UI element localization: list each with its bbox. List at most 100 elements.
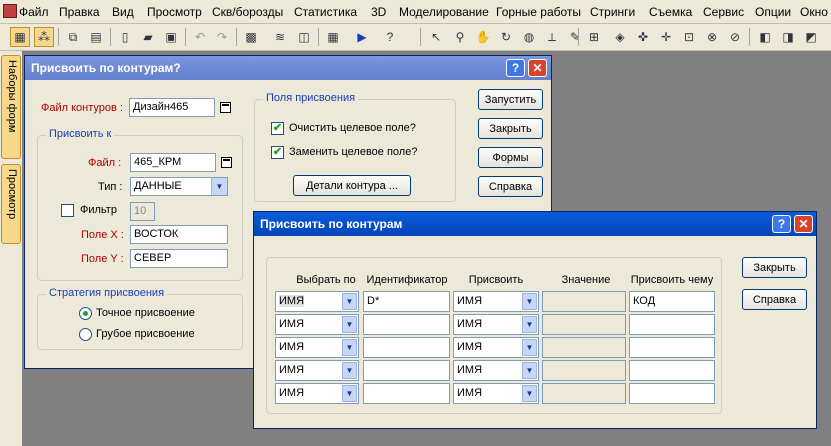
assign-to-field[interactable]	[629, 360, 715, 381]
file-field[interactable]: 465_КРМ	[130, 153, 216, 172]
select-by-select[interactable]: ИМЯ ▼	[275, 337, 359, 358]
draw-icon[interactable]: ✎	[565, 27, 585, 47]
view-icon-5[interactable]: ⊡	[679, 27, 699, 47]
identifier-field[interactable]	[363, 314, 450, 335]
help-button[interactable]: Справка	[478, 176, 543, 197]
help-icon[interactable]: ?	[506, 59, 525, 77]
view-icon-7[interactable]: ⊘	[725, 27, 745, 47]
select-by-select[interactable]: ИМЯ ▼	[275, 383, 359, 404]
value-field[interactable]	[542, 291, 626, 312]
close-icon[interactable]: ✕	[528, 59, 547, 77]
select-by-select[interactable]: ИМЯ ▼	[275, 314, 359, 335]
assign-select[interactable]: ИМЯ ▼	[453, 383, 539, 404]
select-by-select[interactable]: ИМЯ ▼	[275, 360, 359, 381]
assign-to-field[interactable]	[629, 383, 715, 404]
view-icon-8[interactable]: ◧	[755, 27, 775, 47]
chevron-down-icon[interactable]: ▼	[342, 385, 357, 402]
identifier-field[interactable]	[363, 337, 450, 358]
chevron-down-icon[interactable]: ▼	[342, 316, 357, 333]
select-icon[interactable]: ↖	[426, 27, 446, 47]
view-icon-1[interactable]: ⊞	[584, 27, 604, 47]
browse-contour-icon[interactable]	[220, 102, 231, 113]
assign-select[interactable]: ИМЯ ▼	[453, 360, 539, 381]
close-button[interactable]: Закрыть	[478, 118, 543, 139]
replace-checkbox[interactable]: ✔	[271, 146, 284, 159]
filter-field[interactable]: 10	[130, 202, 155, 221]
exact-radio[interactable]	[79, 307, 92, 320]
layers-icon[interactable]: ▦	[10, 27, 30, 47]
grid-icon[interactable]: ⁂	[34, 27, 54, 47]
chevron-down-icon[interactable]: ▼	[522, 339, 537, 356]
chevron-down-icon[interactable]: ▼	[342, 293, 357, 310]
view-icon-9[interactable]: ◨	[778, 27, 798, 47]
filter-checkbox[interactable]	[61, 204, 74, 217]
value-field[interactable]	[542, 314, 626, 335]
measure-icon[interactable]: ⟂	[542, 27, 562, 47]
assign-to-field[interactable]: КОД	[629, 291, 715, 312]
help-icon[interactable]: ?	[772, 215, 791, 233]
chevron-down-icon[interactable]: ▼	[342, 362, 357, 379]
zoom-window-icon[interactable]: ◍	[519, 27, 539, 47]
redo-icon[interactable]: ↷	[212, 27, 232, 47]
close-icon[interactable]: ✕	[794, 215, 813, 233]
view-icon-6[interactable]: ⊗	[702, 27, 722, 47]
cube-icon[interactable]: ◫	[294, 27, 314, 47]
value-field[interactable]	[542, 383, 626, 404]
new-icon[interactable]: ▯	[115, 27, 135, 47]
pan-icon[interactable]: ✋	[473, 27, 493, 47]
menu-options[interactable]: Опции	[755, 5, 791, 19]
assign-select[interactable]: ИМЯ ▼	[453, 291, 539, 312]
assign-to-field[interactable]	[629, 337, 715, 358]
identifier-field[interactable]	[363, 360, 450, 381]
assign-select[interactable]: ИМЯ ▼	[453, 337, 539, 358]
view-icon-4[interactable]: ✛	[656, 27, 676, 47]
assign-to-field[interactable]	[629, 314, 715, 335]
chevron-down-icon[interactable]: ▼	[342, 339, 357, 356]
value-field[interactable]	[542, 360, 626, 381]
close-button[interactable]: Закрыть	[742, 257, 807, 278]
browse-file-icon[interactable]	[221, 157, 232, 168]
chevron-down-icon[interactable]: ▼	[522, 385, 537, 402]
menu-tools[interactable]: Сервис	[703, 5, 744, 19]
chevron-down-icon[interactable]: ▼	[522, 293, 537, 310]
menu-file[interactable]: Файл	[19, 5, 49, 19]
view-icon-3[interactable]: ✜	[633, 27, 653, 47]
tab-form-sets[interactable]: Наборы форм	[1, 55, 21, 159]
paste-icon[interactable]: ▤	[86, 27, 106, 47]
undo-icon[interactable]: ↶	[190, 27, 210, 47]
zoom-icon[interactable]: ⚲	[450, 27, 470, 47]
menu-survey[interactable]: Съемка	[649, 5, 692, 19]
app-icon[interactable]	[3, 4, 17, 18]
menu-3d[interactable]: 3D	[371, 5, 386, 19]
forms-button[interactable]: Формы	[478, 147, 543, 168]
contour-file-field[interactable]: Дизайн465	[129, 98, 215, 117]
identifier-field[interactable]: D*	[363, 291, 450, 312]
menu-holes[interactable]: Скв/борозды	[212, 5, 283, 19]
select-by-select[interactable]: ИМЯ ▼	[275, 291, 359, 312]
table-icon[interactable]: ▦	[323, 27, 343, 47]
menu-statistics[interactable]: Статистика	[294, 5, 357, 19]
run-button[interactable]: Запустить	[478, 89, 543, 110]
field-y-input[interactable]: СЕВЕР	[130, 249, 228, 268]
menu-modeling[interactable]: Моделирование	[399, 5, 489, 19]
save-icon[interactable]: ▣	[161, 27, 181, 47]
assign-select[interactable]: ИМЯ ▼	[453, 314, 539, 335]
copy-icon[interactable]: ⧉	[63, 27, 83, 47]
view-icon-10[interactable]: ◩	[801, 27, 821, 47]
menu-window[interactable]: Окно	[800, 5, 828, 19]
chevron-down-icon[interactable]: ▼	[211, 178, 227, 195]
identifier-field[interactable]	[363, 383, 450, 404]
menu-preview[interactable]: Просмотр	[147, 5, 202, 19]
menu-edit[interactable]: Правка	[59, 5, 100, 19]
field-x-input[interactable]: ВОСТОК	[130, 225, 228, 244]
view-icon-2[interactable]: ◈	[610, 27, 630, 47]
menu-view[interactable]: Вид	[112, 5, 134, 19]
rough-radio[interactable]	[79, 328, 92, 341]
help-cursor-icon[interactable]: ?	[380, 27, 400, 47]
tab-preview[interactable]: Просмотр	[1, 164, 21, 244]
rotate-icon[interactable]: ↻	[496, 27, 516, 47]
clear-checkbox[interactable]: ✔	[271, 122, 284, 135]
chevron-down-icon[interactable]: ▼	[522, 362, 537, 379]
type-select[interactable]: ДАННЫЕ ▼	[130, 177, 228, 196]
help-button[interactable]: Справка	[742, 289, 807, 310]
